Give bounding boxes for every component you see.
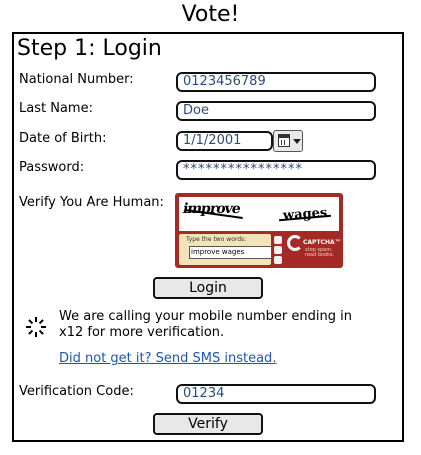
dob-label: Date of Birth: [19,131,107,146]
step-title: Step 1: Login [17,36,162,61]
recaptcha-widget: improve wages Type the two words: improv… [175,193,343,268]
national-number-label: National Number: [19,72,134,87]
captcha-label: Verify You Are Human: [19,195,164,210]
refresh-icon[interactable] [274,236,282,244]
audio-icon[interactable] [274,246,282,254]
captcha-word-2: wages [282,205,328,224]
password-label: Password: [19,160,85,175]
recaptcha-logo-icon [287,235,303,251]
login-button[interactable]: Login [153,277,263,299]
help-icon[interactable] [274,256,282,264]
last-name-field[interactable]: Doe [176,101,376,121]
verification-code-field[interactable]: 01234 [176,384,376,404]
verification-message: We are calling your mobile number ending… [59,309,352,340]
verification-code-label: Verification Code: [19,384,134,399]
captcha-input[interactable]: improve wages [189,246,272,259]
date-picker-button[interactable] [273,130,303,152]
captcha-tagline: stop spam. read books. [305,247,335,258]
send-sms-link[interactable]: Did not get it? Send SMS instead. [59,351,276,367]
captcha-brand: CAPTCHA™ [303,239,341,246]
verify-button[interactable]: Verify [153,413,263,435]
captcha-entry-area: Type the two words: improve wages [179,234,272,265]
page-title: Vote! [181,2,240,27]
login-panel: Step 1: Login National Number: 012345678… [12,32,404,442]
captcha-image: improve wages [179,197,339,231]
captcha-hint: Type the two words: [186,236,247,243]
last-name-label: Last Name: [19,101,93,116]
national-number-field[interactable]: 0123456789 [176,72,376,92]
chevron-down-icon [293,139,301,144]
loading-spinner-icon [25,316,47,338]
dob-field[interactable]: 1/1/2001 [176,131,273,151]
calendar-icon [278,134,290,147]
password-field[interactable]: **************** [176,160,376,180]
